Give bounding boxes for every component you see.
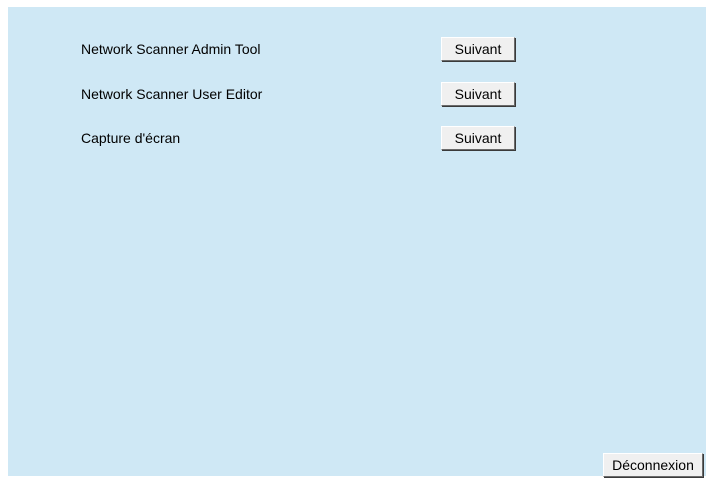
logout-button[interactable]: Déconnexion <box>603 453 703 477</box>
user-editor-next-button[interactable]: Suivant <box>441 82 515 106</box>
user-editor-label: Network Scanner User Editor <box>81 86 263 102</box>
admin-tool-next-button[interactable]: Suivant <box>441 37 515 61</box>
admin-tool-label: Network Scanner Admin Tool <box>81 41 261 57</box>
main-panel: Network Scanner Admin Tool Suivant Netwo… <box>8 7 706 477</box>
menu-row-user-editor: Network Scanner User Editor Suivant <box>8 82 706 106</box>
screen-capture-label: Capture d'écran <box>81 130 181 146</box>
menu-row-screen-capture: Capture d'écran Suivant <box>8 126 706 150</box>
menu-row-admin-tool: Network Scanner Admin Tool Suivant <box>8 37 706 61</box>
screen-capture-next-button[interactable]: Suivant <box>441 126 515 150</box>
